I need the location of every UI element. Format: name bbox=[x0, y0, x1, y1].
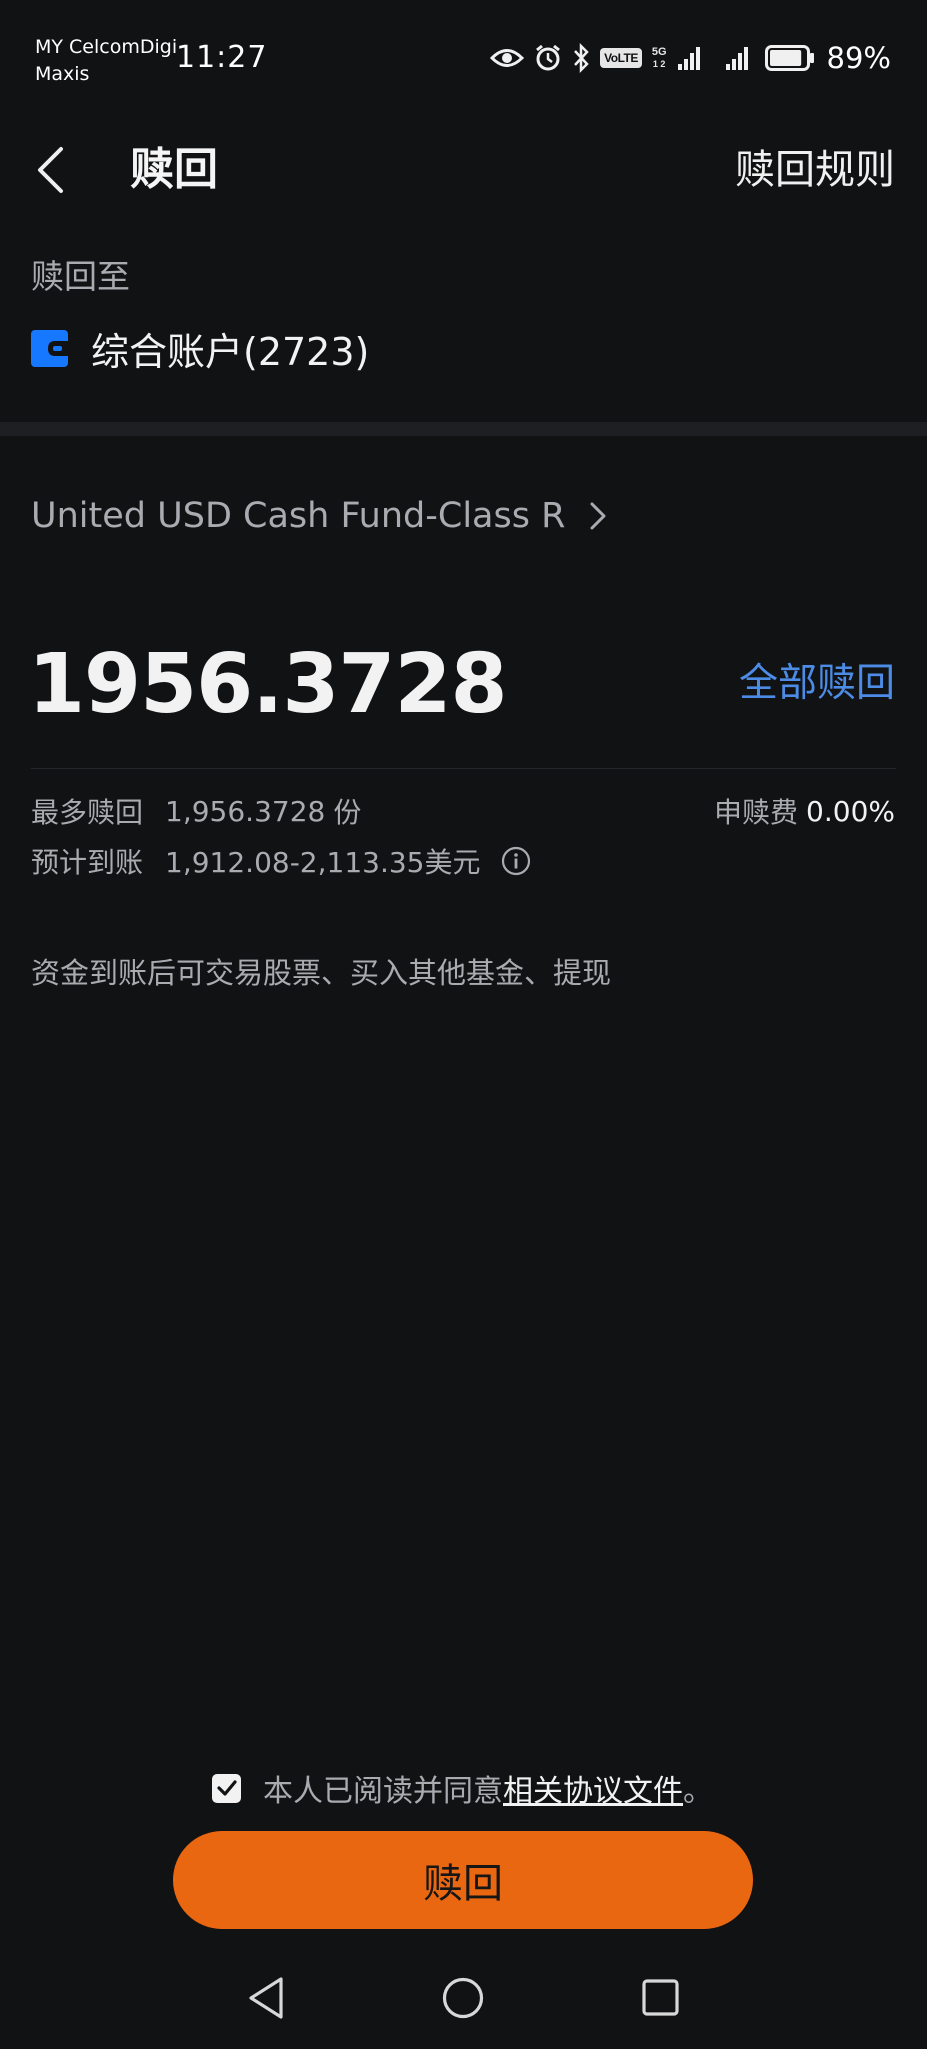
page-title: 赎回 bbox=[130, 144, 218, 195]
status-icons: VoLTE 5G 1 2 89% bbox=[490, 38, 891, 78]
agreement-row: 本人已阅读并同意 相关协议文件 。 bbox=[212, 1766, 713, 1810]
fee-row: 申赎费 0.00% bbox=[714, 791, 895, 831]
expected-arrival-row: 预计到账 1,912.08-2,113.35美元 bbox=[31, 841, 531, 881]
max-redeem-unit: 份 bbox=[333, 796, 362, 829]
signal-icon bbox=[677, 47, 700, 70]
chevron-left-icon bbox=[38, 147, 63, 193]
carrier-line-2: Maxis bbox=[35, 63, 90, 85]
carrier-name: MY CelcomDigi Maxis bbox=[35, 34, 177, 88]
battery-percent: 89% bbox=[826, 41, 891, 75]
alarm-icon bbox=[536, 44, 561, 71]
header: 赎回 赎回规则 bbox=[0, 120, 927, 220]
nav-recents-icon[interactable] bbox=[639, 1974, 683, 2022]
account-name: 综合账户(2723) bbox=[91, 329, 370, 374]
system-nav-bar bbox=[0, 1960, 927, 2049]
agreement-documents-link[interactable]: 相关协议文件 bbox=[503, 1766, 683, 1810]
redeem-to-label: 赎回至 bbox=[31, 257, 130, 296]
sim-slots-label: 1 2 bbox=[652, 59, 666, 69]
agreement-suffix: 。 bbox=[683, 1774, 713, 1809]
agreement-text: 本人已阅读并同意 bbox=[263, 1774, 503, 1809]
max-redeem-value: 1,956.3728 bbox=[165, 794, 326, 828]
expected-arrival-value: 1,912.08-2,113.35美元 bbox=[165, 846, 481, 879]
fee-value: 0.00% bbox=[806, 794, 895, 828]
battery-icon bbox=[764, 45, 814, 71]
nav-home-icon[interactable] bbox=[441, 1974, 485, 2022]
fund-name: United USD Cash Fund-Class R bbox=[31, 496, 566, 536]
redeem-submit-button[interactable]: 赎回 bbox=[173, 1831, 753, 1929]
redeem-amount-input[interactable]: 1956.3728 bbox=[28, 625, 508, 745]
network-label: 5G bbox=[651, 46, 667, 58]
status-bar: MY CelcomDigi Maxis 11:27 VoLTE 5G 1 2 8… bbox=[0, 0, 927, 110]
eye-icon bbox=[490, 49, 525, 67]
bluetooth-icon bbox=[574, 43, 589, 73]
volte-icon: VoLTE bbox=[600, 48, 642, 68]
chevron-right-icon bbox=[590, 502, 606, 530]
max-redeem-row: 最多赎回 1,956.3728 份 bbox=[31, 791, 361, 831]
carrier-line-1: MY CelcomDigi bbox=[35, 36, 178, 58]
redeem-all-button[interactable]: 全部赎回 bbox=[739, 658, 895, 710]
account-selector[interactable]: 综合账户(2723) bbox=[31, 322, 369, 374]
expected-arrival-label: 预计到账 bbox=[31, 846, 144, 879]
funds-usage-note: 资金到账后可交易股票、买入其他基金、提现 bbox=[31, 956, 612, 990]
nav-back-icon[interactable] bbox=[244, 1974, 288, 2022]
wallet-icon bbox=[31, 329, 68, 367]
network-type: 5G 1 2 bbox=[652, 46, 667, 70]
back-button[interactable] bbox=[26, 142, 76, 198]
checkmark-icon bbox=[216, 1780, 237, 1796]
signal-icon bbox=[725, 47, 748, 70]
redeem-rules-link[interactable]: 赎回规则 bbox=[735, 142, 895, 198]
info-icon[interactable] bbox=[501, 846, 531, 876]
agreement-checkbox[interactable] bbox=[212, 1773, 241, 1803]
section-divider bbox=[0, 422, 927, 436]
amount-divider bbox=[31, 768, 896, 769]
status-time: 11:27 bbox=[176, 40, 268, 75]
fee-label: 申赎费 bbox=[714, 796, 799, 829]
fund-selector[interactable]: United USD Cash Fund-Class R bbox=[31, 490, 607, 542]
max-redeem-label: 最多赎回 bbox=[31, 796, 144, 829]
